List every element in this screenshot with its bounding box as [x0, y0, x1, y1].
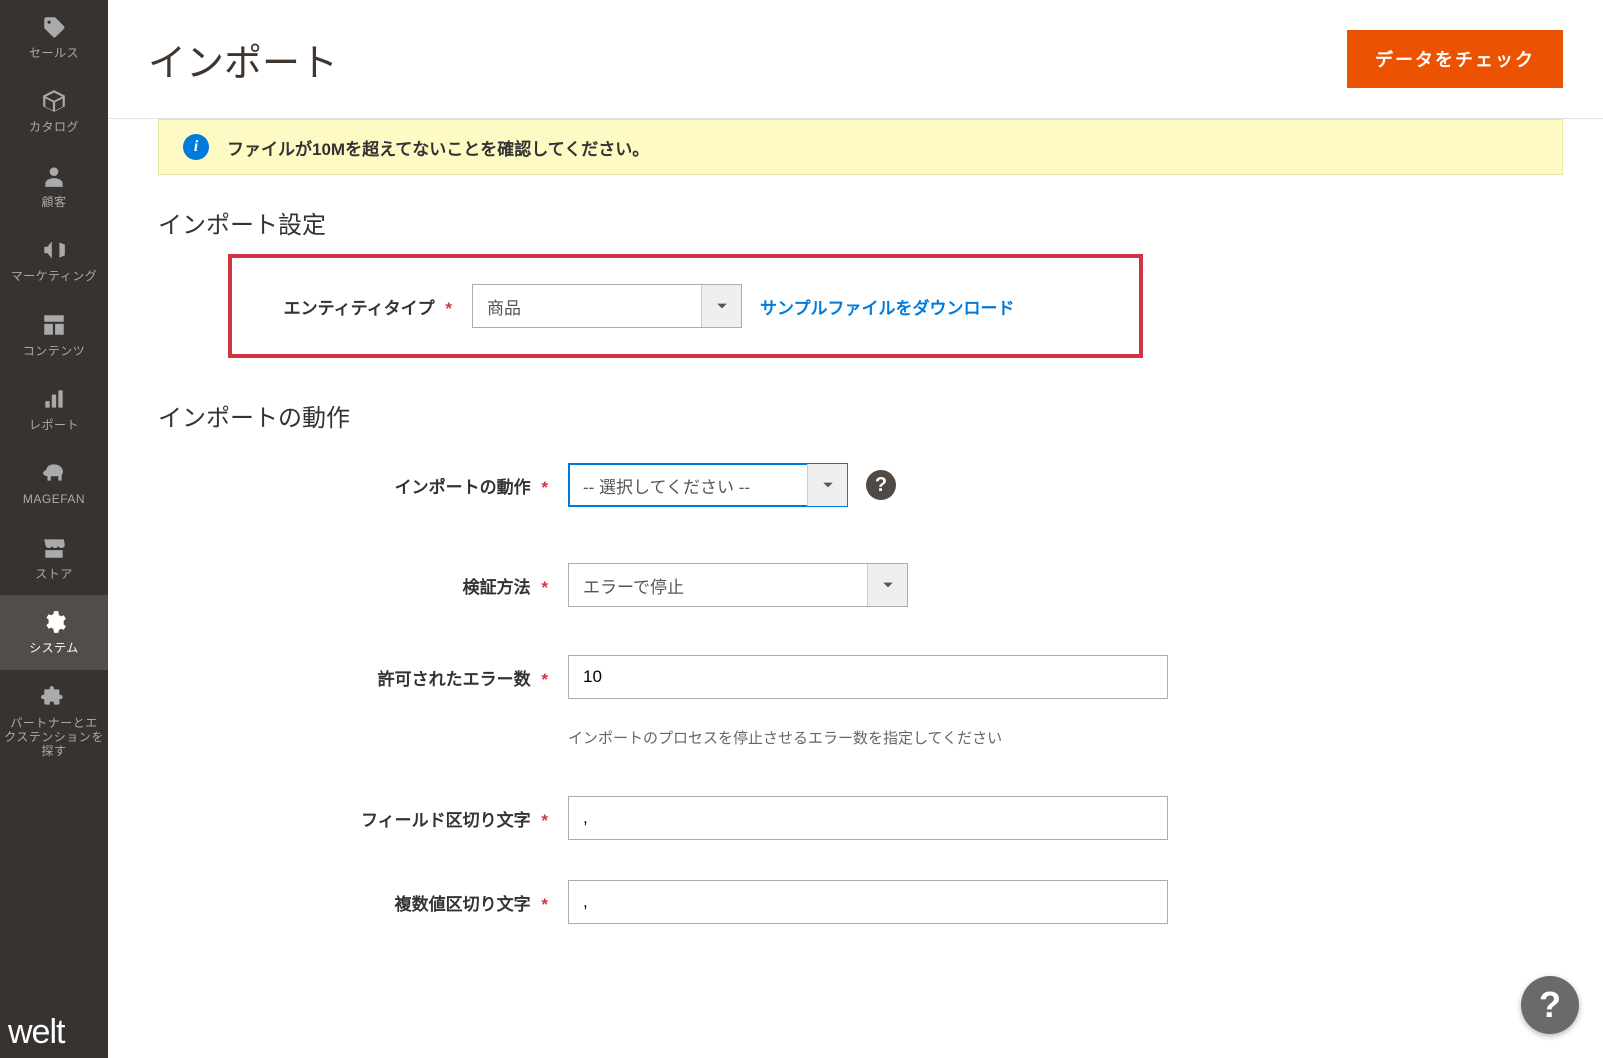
sidebar-item-stores[interactable]: ストア [0, 521, 108, 595]
sidebar-item-system[interactable]: システム [0, 595, 108, 669]
info-icon: i [183, 134, 209, 160]
sidebar-item-label: レポート [29, 418, 79, 432]
allowed-errors-input[interactable] [568, 655, 1168, 699]
sidebar-item-content[interactable]: コンテンツ [0, 298, 108, 372]
help-icon[interactable]: ? [866, 470, 896, 500]
required-marker: * [541, 811, 548, 830]
entity-type-select[interactable]: 商品 [472, 284, 742, 328]
required-marker: * [541, 670, 548, 689]
info-banner-text: ファイルが10Mを超えてないことを確認してください。 [227, 135, 649, 160]
chevron-down-icon [807, 464, 847, 506]
barchart-icon [41, 386, 67, 414]
entity-type-label: エンティティタイプ [284, 299, 435, 318]
sidebar-item-label: パートナーとエクステンションを探す [4, 716, 104, 759]
required-marker: * [541, 578, 548, 597]
sidebar-item-label: ストア [35, 567, 73, 581]
validation-select[interactable]: エラーで停止 [568, 563, 908, 607]
elephant-icon [41, 460, 67, 488]
validation-label: 検証方法 [463, 578, 531, 597]
field-separator-input[interactable] [568, 796, 1168, 840]
import-behavior-select-value: -- 選択してください -- [569, 464, 807, 506]
puzzle-icon [41, 684, 67, 712]
person-icon [41, 163, 67, 191]
sidebar-item-label: システム [29, 641, 79, 655]
sidebar: セールス カタログ 顧客 マーケティング コンテンツ [0, 0, 108, 1058]
sidebar-item-magefan[interactable]: MAGEFAN [0, 446, 108, 520]
download-sample-link[interactable]: サンプルファイルをダウンロード [760, 294, 1015, 319]
multi-value-separator-input[interactable] [568, 880, 1168, 924]
box-icon [41, 88, 67, 116]
chevron-down-icon [867, 564, 907, 606]
sidebar-item-label: マーケティング [11, 269, 98, 283]
entity-type-highlight: エンティティタイプ * 商品 サンプルファイルをダウンロード [228, 254, 1143, 358]
floating-help-button[interactable]: ? [1521, 976, 1579, 1034]
allowed-errors-label: 許可されたエラー数 [378, 670, 531, 689]
chevron-down-icon [701, 285, 741, 327]
check-data-button[interactable]: データをチェック [1347, 30, 1563, 88]
store-icon [41, 535, 67, 563]
sidebar-item-label: MAGEFAN [23, 492, 85, 506]
allowed-errors-help: インポートのプロセスを停止させるエラー数を指定してください [568, 727, 1002, 748]
sidebar-item-catalog[interactable]: カタログ [0, 74, 108, 148]
field-separator-label: フィールド区切り文字 [361, 811, 531, 830]
megaphone-icon [41, 237, 67, 265]
layout-icon [41, 312, 67, 340]
validation-select-value: エラーで停止 [569, 564, 867, 606]
sidebar-item-label: 顧客 [41, 195, 66, 209]
multi-value-separator-label: 複数値区切り文字 [395, 895, 531, 914]
sidebar-item-customers[interactable]: 顧客 [0, 149, 108, 223]
required-marker: * [541, 895, 548, 914]
required-marker: * [445, 299, 452, 318]
import-behavior-select[interactable]: -- 選択してください -- [568, 463, 848, 507]
required-marker: * [541, 478, 548, 497]
brand-logo: welt [0, 1005, 108, 1058]
sidebar-item-partners[interactable]: パートナーとエクステンションを探す [0, 670, 108, 773]
entity-type-select-value: 商品 [473, 285, 701, 327]
section-title-import-settings: インポート設定 [158, 205, 1563, 240]
sidebar-item-sales[interactable]: セールス [0, 0, 108, 74]
section-title-import-behavior: インポートの動作 [158, 398, 1563, 433]
sidebar-item-marketing[interactable]: マーケティング [0, 223, 108, 297]
sidebar-item-reports[interactable]: レポート [0, 372, 108, 446]
sidebar-item-label: セールス [29, 46, 79, 60]
sidebar-item-label: コンテンツ [23, 344, 86, 358]
page-header: インポート データをチェック [108, 0, 1603, 119]
page-title: インポート [148, 32, 338, 87]
gear-icon [41, 609, 67, 637]
import-behavior-label: インポートの動作 [395, 478, 531, 497]
tag-icon [41, 14, 67, 42]
info-banner: i ファイルが10Mを超えてないことを確認してください。 [158, 119, 1563, 175]
main: インポート データをチェック i ファイルが10Mを超えてないことを確認してくだ… [108, 0, 1603, 1058]
sidebar-item-label: カタログ [29, 120, 79, 134]
